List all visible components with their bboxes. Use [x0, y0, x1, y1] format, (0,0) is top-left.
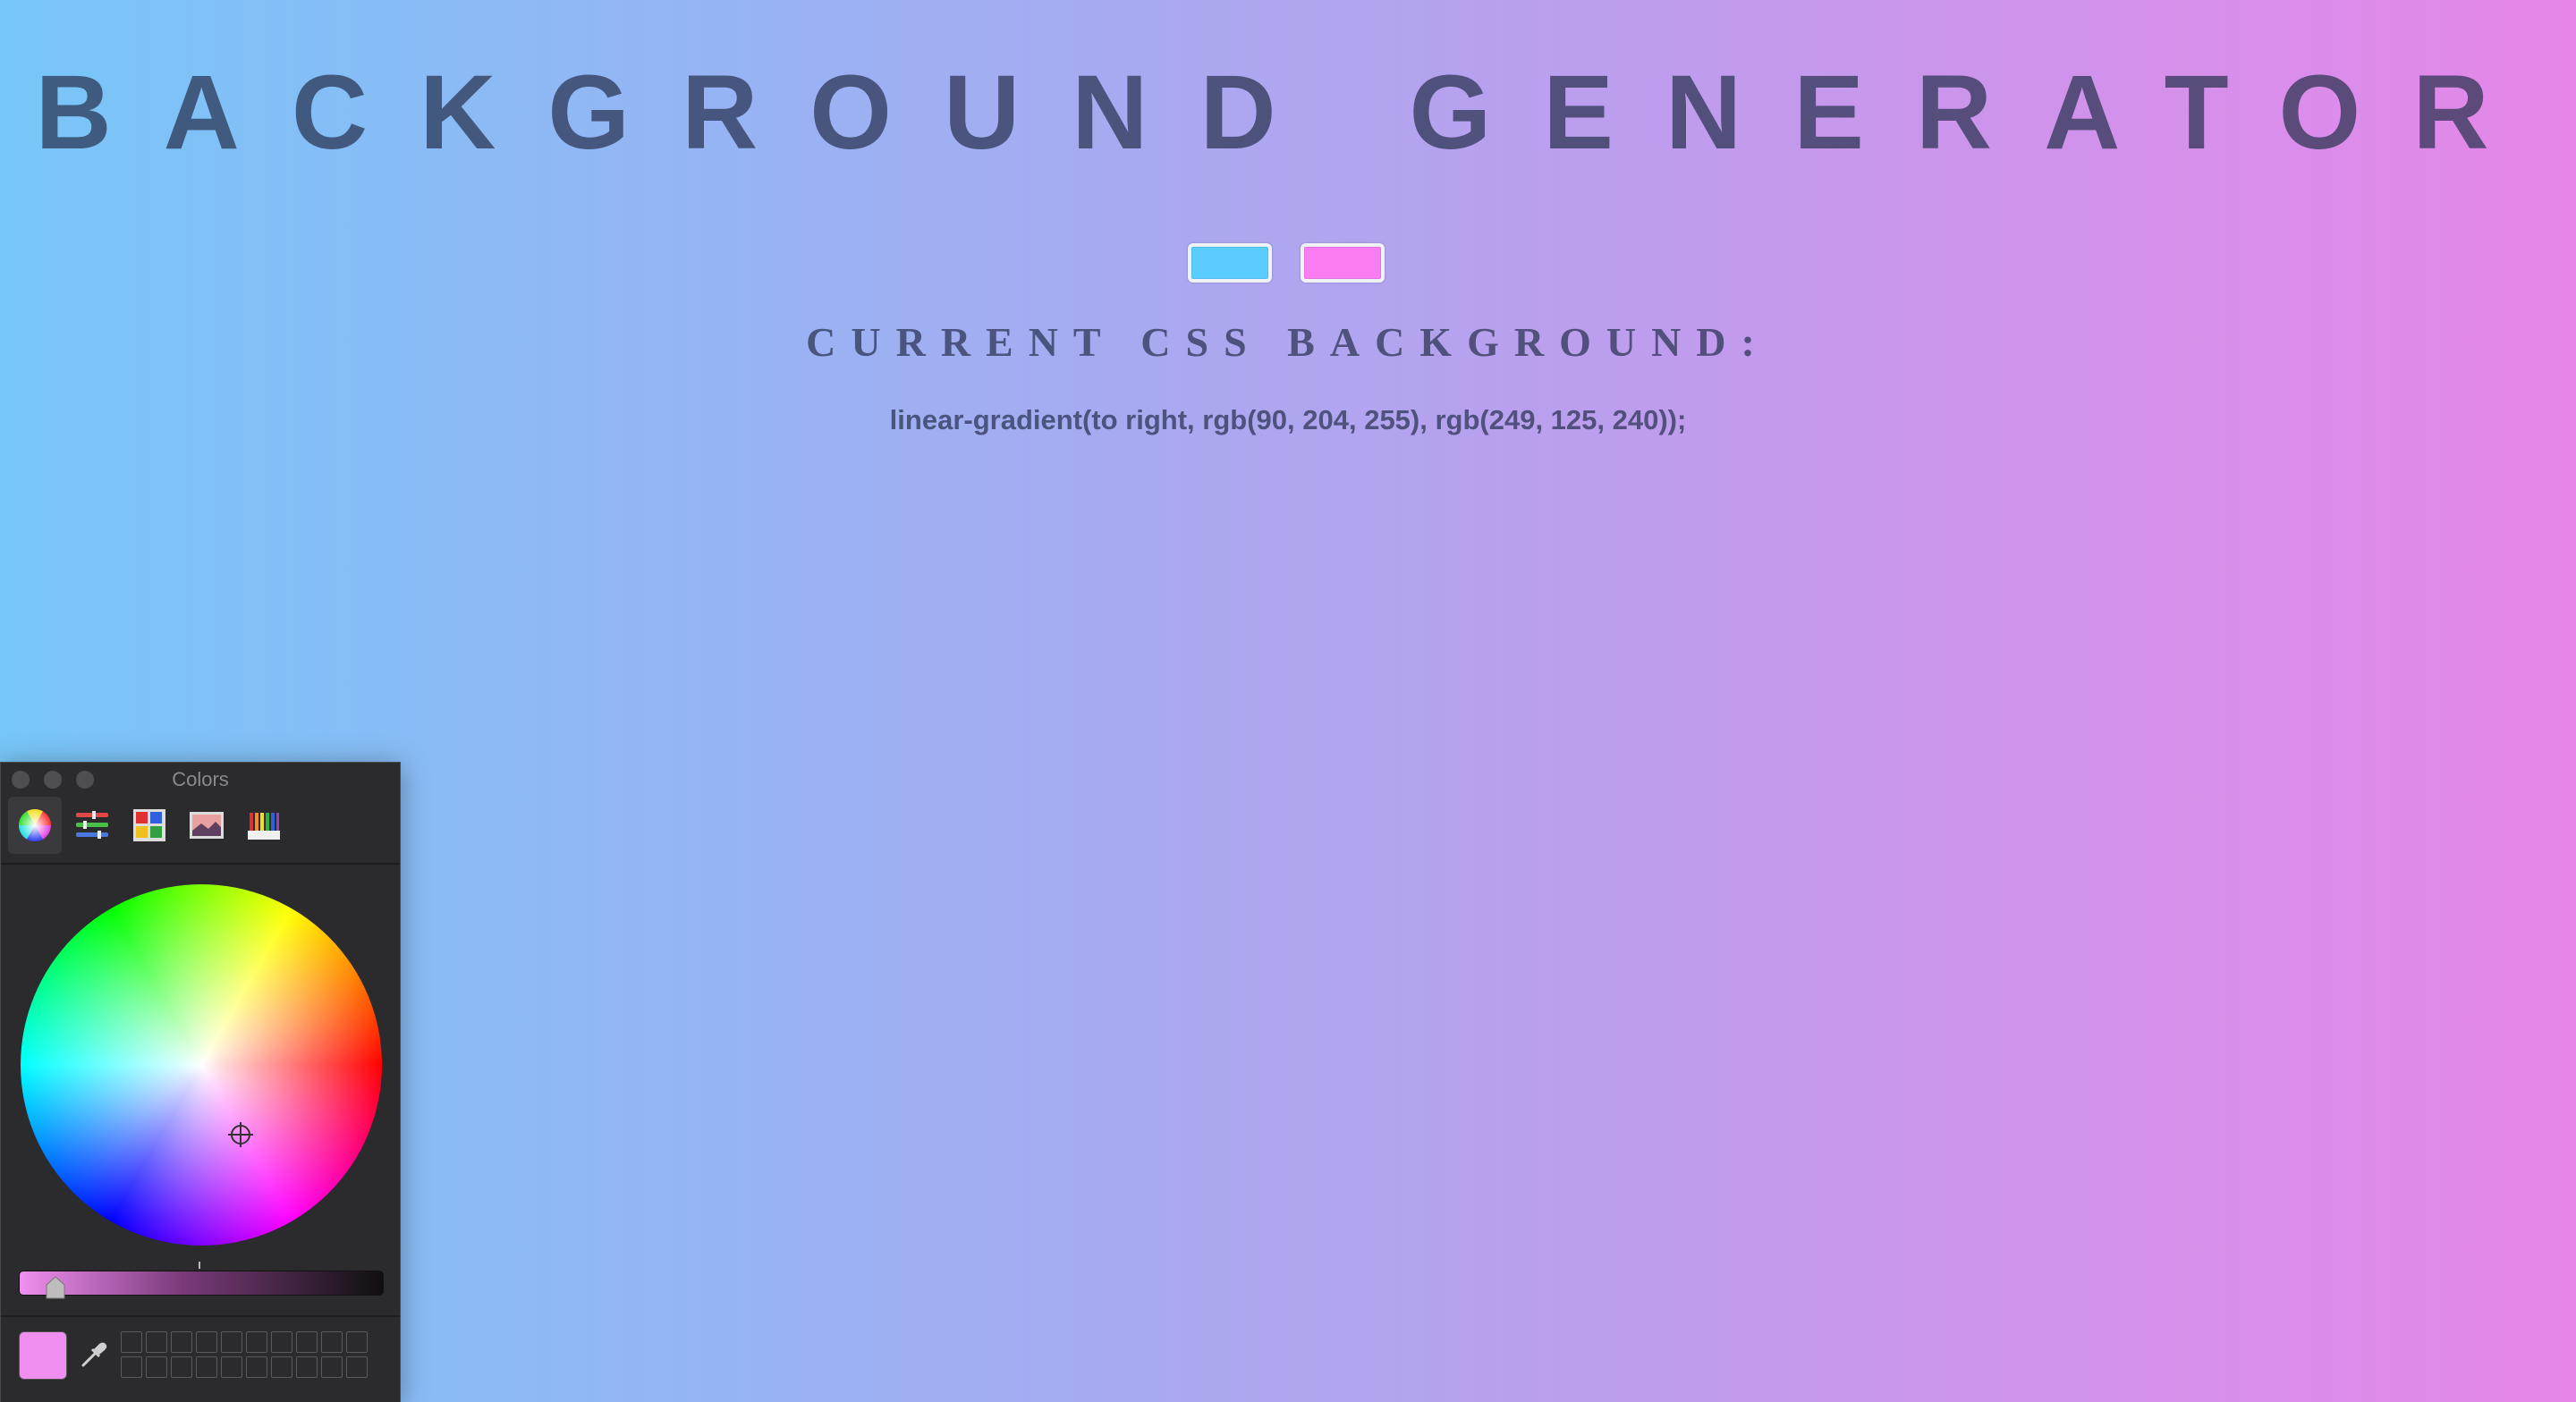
colors-panel: Colors [0, 762, 401, 1402]
swatch-slot[interactable] [196, 1331, 217, 1353]
current-color-well[interactable] [19, 1331, 67, 1380]
tab-color-wheel[interactable] [8, 797, 62, 854]
tab-pencils[interactable] [237, 797, 291, 854]
swatch-slot[interactable] [321, 1331, 343, 1353]
swatch-slot[interactable] [221, 1331, 242, 1353]
panel-divider [1, 1315, 400, 1317]
swatch-slot[interactable] [146, 1331, 167, 1353]
swatch-slot[interactable] [171, 1331, 192, 1353]
swatch-slot[interactable] [271, 1331, 292, 1353]
swatch-slot[interactable] [296, 1356, 318, 1378]
image-palettes-icon [190, 812, 224, 839]
slider-center-mark [199, 1262, 200, 1269]
color-palettes-icon [133, 809, 165, 841]
swatch-slot[interactable] [271, 1356, 292, 1378]
css-output: linear-gradient(to right, rgb(90, 204, 2… [889, 404, 1687, 435]
eyedropper-icon[interactable] [78, 1339, 108, 1369]
swatch-slot[interactable] [121, 1331, 142, 1353]
swatch-grid [121, 1331, 368, 1378]
slider-thumb[interactable] [46, 1276, 65, 1299]
swatch-slot[interactable] [121, 1356, 142, 1378]
swatch-slot[interactable] [246, 1331, 267, 1353]
panel-title: Colors [172, 768, 229, 790]
swatch-slot[interactable] [346, 1331, 368, 1353]
color-wheel[interactable] [21, 884, 382, 1246]
swatch-slot[interactable] [221, 1356, 242, 1378]
tab-color-palettes[interactable] [123, 797, 176, 854]
tab-color-sliders[interactable] [65, 797, 119, 854]
color-input-1[interactable] [1188, 243, 1272, 283]
swatch-slot[interactable] [171, 1356, 192, 1378]
swatch-slot[interactable] [196, 1356, 217, 1378]
color-input-2[interactable] [1301, 243, 1385, 283]
color-inputs [1188, 243, 1385, 283]
color-sliders-icon [76, 811, 108, 839]
panel-titlebar[interactable]: Colors [1, 763, 400, 791]
swatch-slot[interactable] [321, 1356, 343, 1378]
page-title: BACKGROUND GENERATOR [35, 54, 2541, 172]
brightness-slider[interactable] [19, 1271, 384, 1296]
swatch-slot[interactable] [296, 1331, 318, 1353]
crosshair-icon [228, 1122, 253, 1147]
swatch-slot[interactable] [146, 1356, 167, 1378]
swatch-slot[interactable] [346, 1356, 368, 1378]
pencils-icon [248, 813, 280, 840]
color-wheel-icon [18, 808, 52, 842]
tab-image-palettes[interactable] [180, 797, 233, 854]
css-background-heading: CURRENT CSS BACKGROUND: [806, 319, 1770, 365]
panel-tabs [1, 791, 400, 865]
swatch-slot[interactable] [246, 1356, 267, 1378]
